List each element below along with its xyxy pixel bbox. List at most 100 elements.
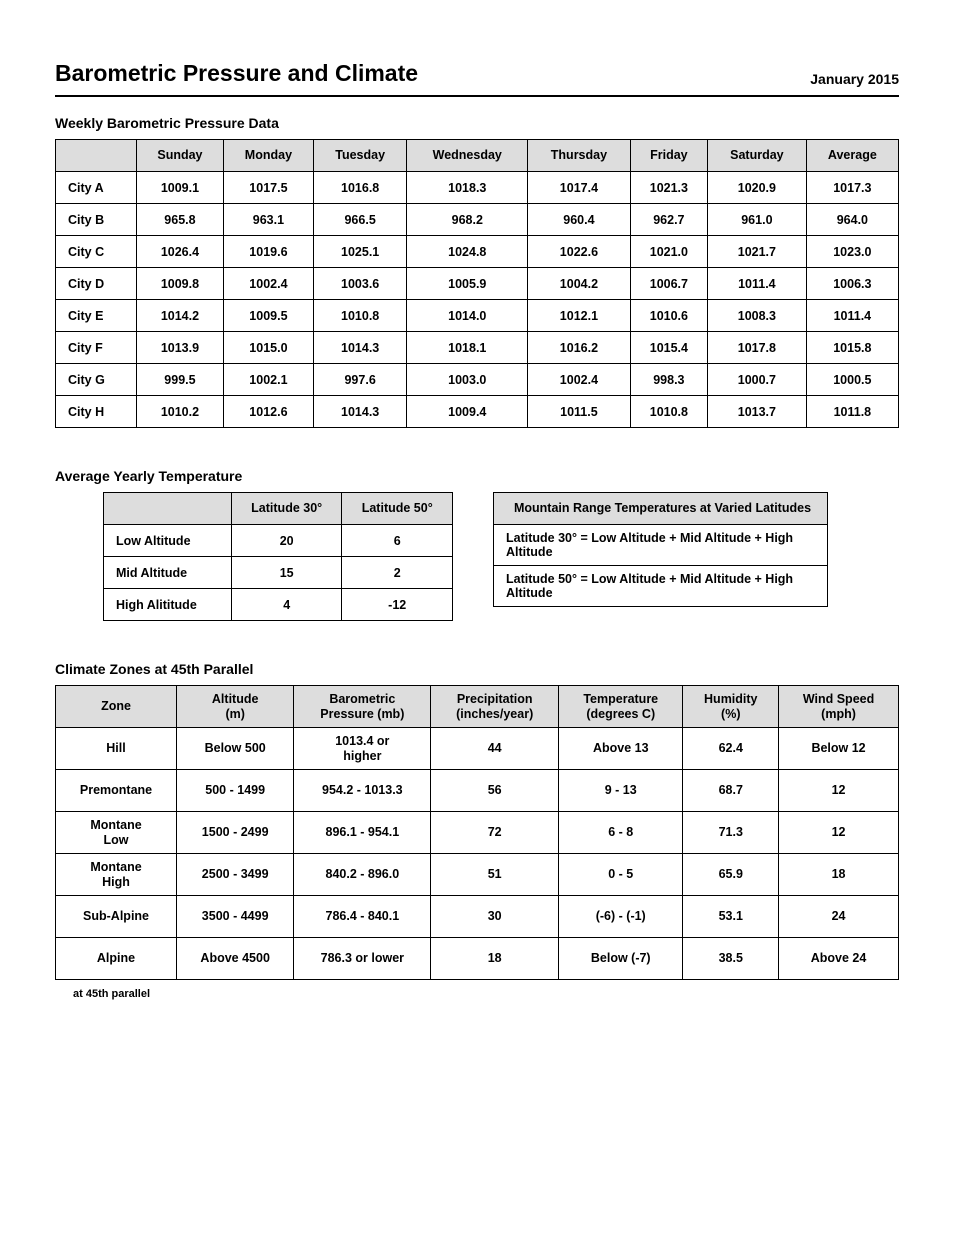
table-row: City G999.51002.1997.61003.01002.4998.31… (56, 364, 899, 396)
row-label: Hill (56, 728, 177, 770)
table-row: Latitude 50° = Low Altitude + Mid Altitu… (494, 566, 828, 607)
row-label: City G (56, 364, 137, 396)
cell-value: 6 (342, 525, 453, 557)
weekly-col-header: Average (806, 140, 898, 172)
zone-col-header: Wind Speed (mph) (779, 686, 899, 728)
cell-value: 56 (431, 770, 559, 812)
cell-value: Latitude 50° = Low Altitude + Mid Altitu… (494, 566, 828, 607)
cell-value: 968.2 (407, 204, 528, 236)
cell-value: 72 (431, 812, 559, 854)
cell-value: 65.9 (683, 854, 779, 896)
row-label: City A (56, 172, 137, 204)
weekly-col-header: Thursday (528, 140, 631, 172)
cell-value: 1012.1 (528, 300, 631, 332)
cell-value: 960.4 (528, 204, 631, 236)
table-row: City H1010.21012.61014.31009.41011.51010… (56, 396, 899, 428)
cell-value: 1013.7 (708, 396, 807, 428)
avg-temp-table: Latitude 30°Latitude 50° Low Altitude206… (103, 492, 453, 621)
cell-value: 4 (231, 589, 342, 621)
cell-value: Below 500 (177, 728, 294, 770)
cell-value: 1500 - 2499 (177, 812, 294, 854)
cell-value: 51 (431, 854, 559, 896)
cell-value: 44 (431, 728, 559, 770)
cell-value: Above 24 (779, 938, 899, 980)
table-row: Montane High2500 - 3499840.2 - 896.0510 … (56, 854, 899, 896)
cell-value: 20 (231, 525, 342, 557)
cell-value: 1011.4 (708, 268, 807, 300)
cell-value: 1020.9 (708, 172, 807, 204)
cell-value: 1021.0 (630, 236, 707, 268)
cell-value: 53.1 (683, 896, 779, 938)
row-label: Montane High (56, 854, 177, 896)
cell-value: 9 - 13 (559, 770, 683, 812)
row-label: City B (56, 204, 137, 236)
cell-value: 1010.6 (630, 300, 707, 332)
cell-value: 962.7 (630, 204, 707, 236)
table-row: Montane Low1500 - 2499896.1 - 954.1726 -… (56, 812, 899, 854)
cell-value: 15 (231, 557, 342, 589)
cell-value: 1016.8 (313, 172, 407, 204)
cell-value: 1015.4 (630, 332, 707, 364)
cell-value: 1026.4 (136, 236, 223, 268)
section3-title: Climate Zones at 45th Parallel (55, 661, 899, 677)
zone-col-header: Zone (56, 686, 177, 728)
header-divider (55, 95, 899, 97)
cell-value: 30 (431, 896, 559, 938)
cell-value: 999.5 (136, 364, 223, 396)
cell-value: 1014.3 (313, 396, 407, 428)
table-row: Low Altitude206 (104, 525, 453, 557)
table-row: Latitude 30° = Low Altitude + Mid Altitu… (494, 525, 828, 566)
zone-col-header: Humidity (%) (683, 686, 779, 728)
row-label: City C (56, 236, 137, 268)
cell-value: 1000.5 (806, 364, 898, 396)
table-row: Mid Altitude152 (104, 557, 453, 589)
cell-value: 786.4 - 840.1 (294, 896, 431, 938)
cell-value: 1004.2 (528, 268, 631, 300)
table-row: City C1026.41019.61025.11024.81022.61021… (56, 236, 899, 268)
cell-value: Above 4500 (177, 938, 294, 980)
row-label: City D (56, 268, 137, 300)
cell-value: 966.5 (313, 204, 407, 236)
cell-value: 1011.5 (528, 396, 631, 428)
cell-value: 1023.0 (806, 236, 898, 268)
zone-col-header: Altitude (m) (177, 686, 294, 728)
cell-value: 1011.4 (806, 300, 898, 332)
table-row: Sub-Alpine3500 - 4499786.4 - 840.130(-6)… (56, 896, 899, 938)
section2-title: Average Yearly Temperature (55, 468, 899, 484)
cell-value: 896.1 - 954.1 (294, 812, 431, 854)
cell-value: 12 (779, 812, 899, 854)
mountain-range-header: Mountain Range Temperatures at Varied La… (494, 493, 828, 525)
cell-value: 1024.8 (407, 236, 528, 268)
row-label: High Alititude (104, 589, 232, 621)
cell-value: 965.8 (136, 204, 223, 236)
cell-value: 1019.6 (223, 236, 313, 268)
cell-value: 1002.4 (528, 364, 631, 396)
cell-value: 1009.4 (407, 396, 528, 428)
cell-value: 1008.3 (708, 300, 807, 332)
cell-value: 963.1 (223, 204, 313, 236)
table-row: High Alititude4-12 (104, 589, 453, 621)
cell-value: 998.3 (630, 364, 707, 396)
cell-value: 3500 - 4499 (177, 896, 294, 938)
row-label: City F (56, 332, 137, 364)
cell-value: 0 - 5 (559, 854, 683, 896)
weekly-col-header: Monday (223, 140, 313, 172)
weekly-col-header: Wednesday (407, 140, 528, 172)
cell-value: 18 (431, 938, 559, 980)
cell-value: 1015.8 (806, 332, 898, 364)
cell-value: 38.5 (683, 938, 779, 980)
cell-value: 1003.6 (313, 268, 407, 300)
cell-value: 1013.9 (136, 332, 223, 364)
cell-value: 1009.5 (223, 300, 313, 332)
weekly-col-header: Friday (630, 140, 707, 172)
table-row: City E1014.21009.51010.81014.01012.11010… (56, 300, 899, 332)
cell-value: (-6) - (-1) (559, 896, 683, 938)
mountain-range-table: Mountain Range Temperatures at Varied La… (493, 492, 828, 607)
cell-value: 1018.3 (407, 172, 528, 204)
cell-value: 997.6 (313, 364, 407, 396)
avg-temp-col-header: Latitude 30° (231, 493, 342, 525)
row-label: City E (56, 300, 137, 332)
cell-value: 68.7 (683, 770, 779, 812)
cell-value: 1016.2 (528, 332, 631, 364)
cell-value: -12 (342, 589, 453, 621)
